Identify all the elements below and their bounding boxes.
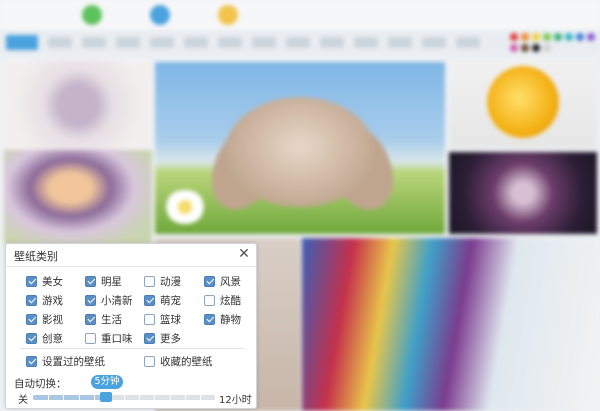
auto-switch-slider-thumb[interactable]: [99, 392, 112, 402]
category-checkbox-youxi[interactable]: 游戏: [26, 293, 63, 307]
palette-color-dot: [543, 44, 551, 52]
dialog-title: 壁纸类别: [14, 250, 58, 263]
checkbox-box: [144, 332, 155, 344]
top-button-1: [82, 4, 106, 26]
checkbox-label: 静物: [220, 313, 241, 326]
checkbox-box: [85, 332, 96, 344]
wallpaper-thumb-orange: [449, 60, 597, 148]
checkbox-label: 明星: [101, 275, 122, 288]
auto-switch-value-badge: 5分钟: [91, 375, 123, 389]
color-palette: [510, 33, 598, 55]
checkbox-label: 创意: [42, 332, 63, 345]
checkbox-box: [26, 355, 37, 367]
checkbox-label: 炫酷: [220, 294, 241, 307]
category-tab: [184, 37, 208, 48]
checkbox-box: [144, 355, 155, 367]
checkbox-label: 风景: [220, 275, 241, 288]
palette-color-dot: [543, 33, 551, 41]
wallpaper-thumb: [449, 152, 597, 234]
checkbox-box: [26, 294, 37, 306]
slider-ticks: [33, 395, 215, 400]
category-tab: [422, 37, 446, 48]
palette-color-dot: [521, 33, 529, 41]
checkbox-label: 生活: [101, 313, 122, 326]
auto-switch-label: 自动切换：: [14, 378, 67, 390]
checkbox-label: 小清新: [101, 294, 133, 307]
checkbox-label: 重口味: [101, 332, 133, 345]
dialog-divider: [20, 348, 245, 349]
category-checkbox-meinv[interactable]: 美女: [26, 274, 63, 288]
category-checkbox-xuanku[interactable]: 炫酷: [204, 293, 241, 307]
checkbox-box: [85, 275, 96, 287]
slider-max-label: 12小时: [219, 395, 252, 406]
option-checkbox-set-wallpapers[interactable]: 设置过的壁纸: [26, 354, 105, 368]
palette-color-dot: [510, 44, 518, 52]
category-tab: [354, 37, 378, 48]
category-checkbox-chuangyi[interactable]: 创意: [26, 331, 63, 345]
category-tab: [116, 37, 140, 48]
checkbox-box: [26, 332, 37, 344]
checkbox-label: 收藏的壁纸: [160, 355, 213, 368]
category-tab: [48, 37, 72, 48]
wallpaper-thumb-bunny: [155, 62, 445, 234]
category-tab: [150, 37, 174, 48]
palette-color-dot: [521, 44, 529, 52]
category-tab: [286, 37, 310, 48]
category-checkbox-yingshi[interactable]: 影视: [26, 312, 63, 326]
checkbox-box: [26, 313, 37, 325]
checkbox-box: [204, 294, 215, 306]
checkbox-label: 动漫: [160, 275, 181, 288]
category-checkbox-mengchong[interactable]: 萌宠: [144, 293, 181, 307]
checkbox-box: [204, 275, 215, 287]
checkbox-label: 影视: [42, 313, 63, 326]
category-checkbox-fengjing[interactable]: 风景: [204, 274, 241, 288]
category-tab: [82, 37, 106, 48]
option-checkbox-favorite-wallpapers[interactable]: 收藏的壁纸: [144, 354, 213, 368]
palette-color-dot: [576, 33, 584, 41]
category-checkbox-xiaoqingxin[interactable]: 小清新: [85, 293, 133, 307]
wallpaper-thumb: [4, 150, 152, 245]
checkbox-box: [144, 275, 155, 287]
wallpaper-thumb: [4, 60, 152, 150]
top-button-2: [150, 4, 174, 26]
checkbox-box: [144, 294, 155, 306]
wallpaper-thumb-graffiti: [302, 238, 600, 411]
palette-color-dot: [565, 33, 573, 41]
category-checkbox-dongman[interactable]: 动漫: [144, 274, 181, 288]
category-checkbox-jingwu[interactable]: 静物: [204, 312, 241, 326]
wallpaper-category-dialog: 壁纸类别 ✕ 美女 明星 动漫 风景 游戏 小清新 萌宠 炫酷 影视 生活 篮球…: [5, 243, 257, 409]
checkbox-label: 萌宠: [160, 294, 181, 307]
top-button-3: [218, 4, 242, 26]
slider-min-label: 关: [18, 395, 28, 406]
checkbox-box: [26, 275, 37, 287]
checkbox-label: 游戏: [42, 294, 63, 307]
category-tab: [456, 37, 480, 48]
checkbox-box: [85, 294, 96, 306]
category-checkbox-shenghuo[interactable]: 生活: [85, 312, 122, 326]
checkbox-label: 美女: [42, 275, 63, 288]
dialog-header: 壁纸类别 ✕: [6, 244, 256, 267]
top-bar: [0, 0, 600, 30]
checkbox-label: 设置过的壁纸: [42, 355, 105, 368]
palette-color-dot: [532, 44, 540, 52]
palette-color-dot: [510, 33, 518, 41]
category-checkbox-zhongkouwei[interactable]: 重口味: [85, 331, 133, 345]
category-tab: [252, 37, 276, 48]
category-checkbox-mingxing[interactable]: 明星: [85, 274, 122, 288]
palette-color-dot: [587, 33, 595, 41]
checkbox-box: [85, 313, 96, 325]
close-icon[interactable]: ✕: [236, 246, 252, 262]
category-checkbox-gengduo[interactable]: 更多: [144, 331, 181, 345]
category-tab: [388, 37, 412, 48]
checkbox-box: [144, 313, 155, 325]
category-checkbox-lanqiu[interactable]: 篮球: [144, 312, 181, 326]
category-tab: [320, 37, 344, 48]
palette-color-dot: [554, 33, 562, 41]
category-tab-active: [6, 35, 38, 50]
checkbox-box: [204, 313, 215, 325]
checkbox-label: 更多: [160, 332, 181, 345]
category-tab: [218, 37, 242, 48]
palette-color-dot: [532, 33, 540, 41]
checkbox-label: 篮球: [160, 313, 181, 326]
